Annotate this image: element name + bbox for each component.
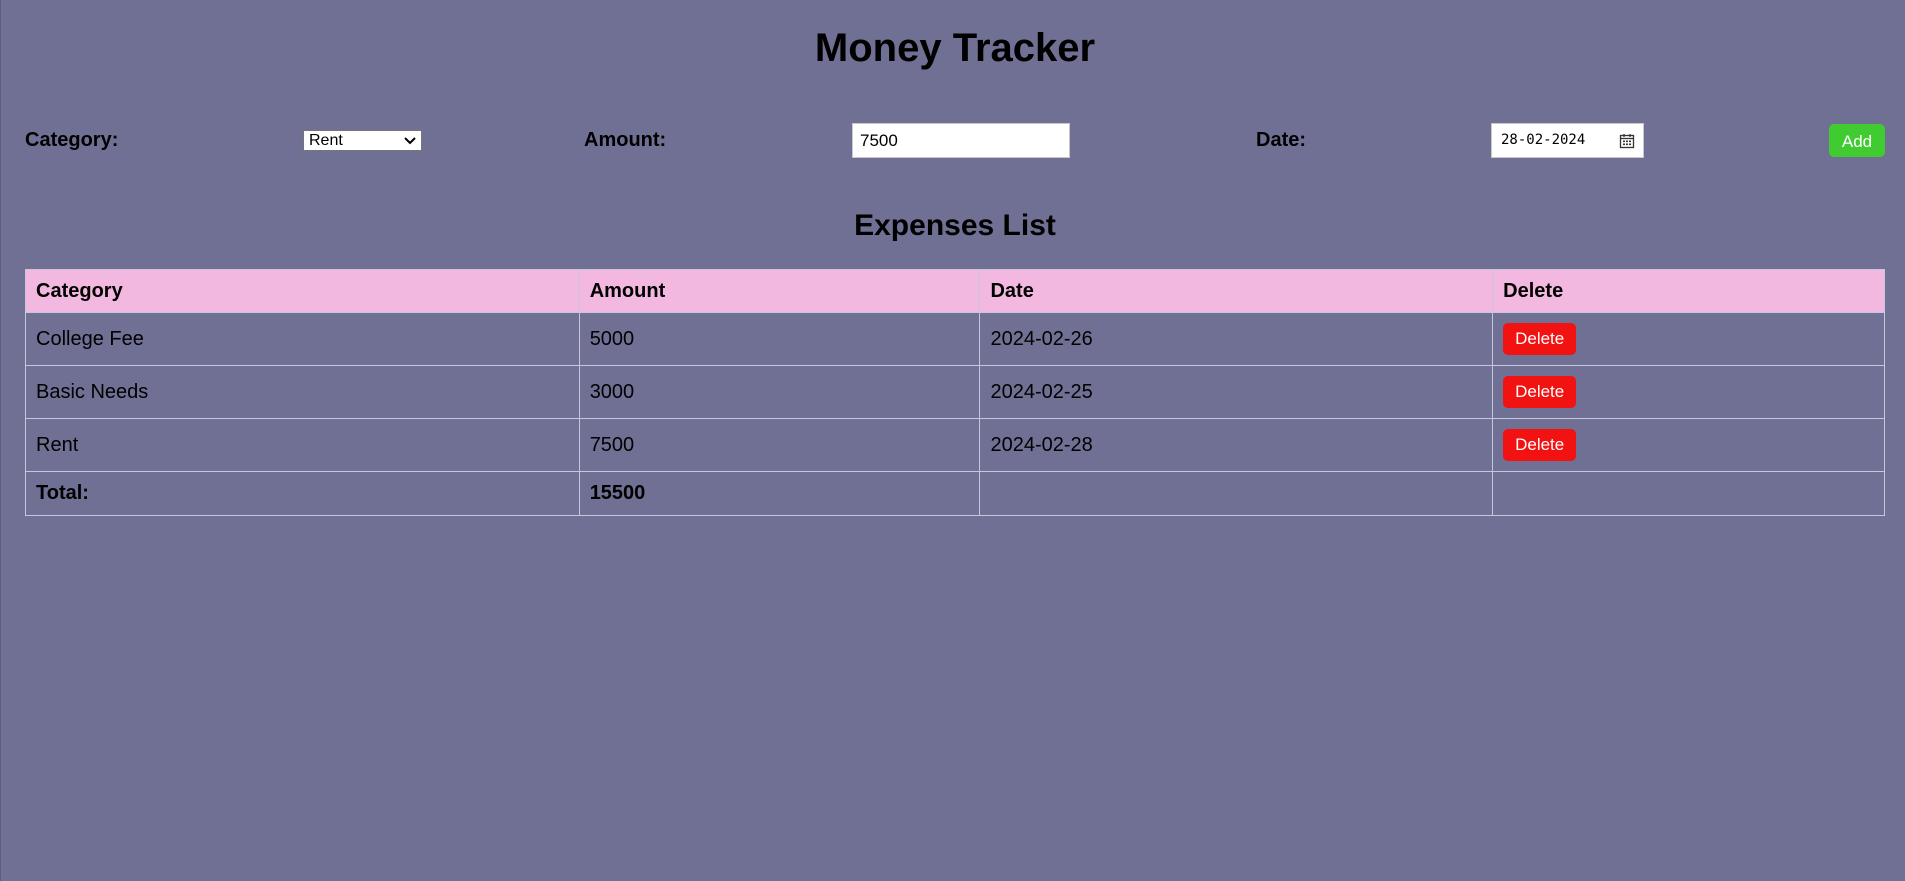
- row-amount: 3000: [578, 365, 981, 419]
- delete-button[interactable]: Delete: [1503, 429, 1577, 461]
- page-edge: [0, 0, 1, 881]
- category-label: Category:: [25, 129, 119, 151]
- row-category: College Fee: [25, 312, 580, 366]
- total-value: 15500: [578, 471, 981, 516]
- row-date: 2024-02-26: [979, 312, 1494, 366]
- date-input-value: 28-02-2024: [1501, 132, 1586, 148]
- row-category: Basic Needs: [25, 365, 580, 419]
- page-title: Money Tracker: [814, 26, 1096, 70]
- chevron-down-icon: [404, 137, 416, 145]
- column-header-date: Date: [979, 269, 1494, 313]
- calendar-icon[interactable]: [1619, 133, 1635, 149]
- expenses-heading: Expenses List: [854, 209, 1056, 242]
- column-header-category: Category: [25, 269, 580, 313]
- amount-label: Amount:: [584, 129, 667, 151]
- row-category: Rent: [25, 418, 580, 472]
- row-amount: 7500: [578, 418, 981, 472]
- table-row: Rent 7500 2024-02-28 Delete: [25, 418, 1885, 472]
- row-delete-cell: Delete: [1492, 418, 1885, 472]
- total-empty-cell: [1492, 471, 1885, 516]
- row-date: 2024-02-28: [979, 418, 1494, 472]
- delete-button[interactable]: Delete: [1503, 323, 1577, 355]
- table-row: College Fee 5000 2024-02-26 Delete: [25, 312, 1885, 366]
- row-delete-cell: Delete: [1492, 312, 1885, 366]
- total-row: Total: 15500: [25, 471, 1885, 516]
- category-select-value: Rent: [309, 132, 343, 149]
- column-header-delete: Delete: [1492, 269, 1885, 313]
- add-button[interactable]: Add: [1829, 124, 1885, 157]
- table-row: Basic Needs 3000 2024-02-25 Delete: [25, 365, 1885, 419]
- amount-input-value: 7500: [860, 131, 898, 150]
- column-header-amount: Amount: [578, 269, 981, 313]
- row-delete-cell: Delete: [1492, 365, 1885, 419]
- expenses-table: Category Amount Date Delete College Fee …: [25, 269, 1885, 516]
- amount-input[interactable]: 7500: [852, 123, 1070, 158]
- total-empty-cell: [979, 471, 1494, 516]
- table-header-row: Category Amount Date Delete: [25, 269, 1885, 313]
- row-amount: 5000: [578, 312, 981, 366]
- row-date: 2024-02-25: [979, 365, 1494, 419]
- date-label: Date:: [1256, 129, 1307, 151]
- category-select[interactable]: Rent: [303, 130, 422, 151]
- date-input[interactable]: 28-02-2024: [1491, 123, 1644, 158]
- total-label: Total:: [25, 471, 580, 516]
- delete-button[interactable]: Delete: [1503, 376, 1577, 408]
